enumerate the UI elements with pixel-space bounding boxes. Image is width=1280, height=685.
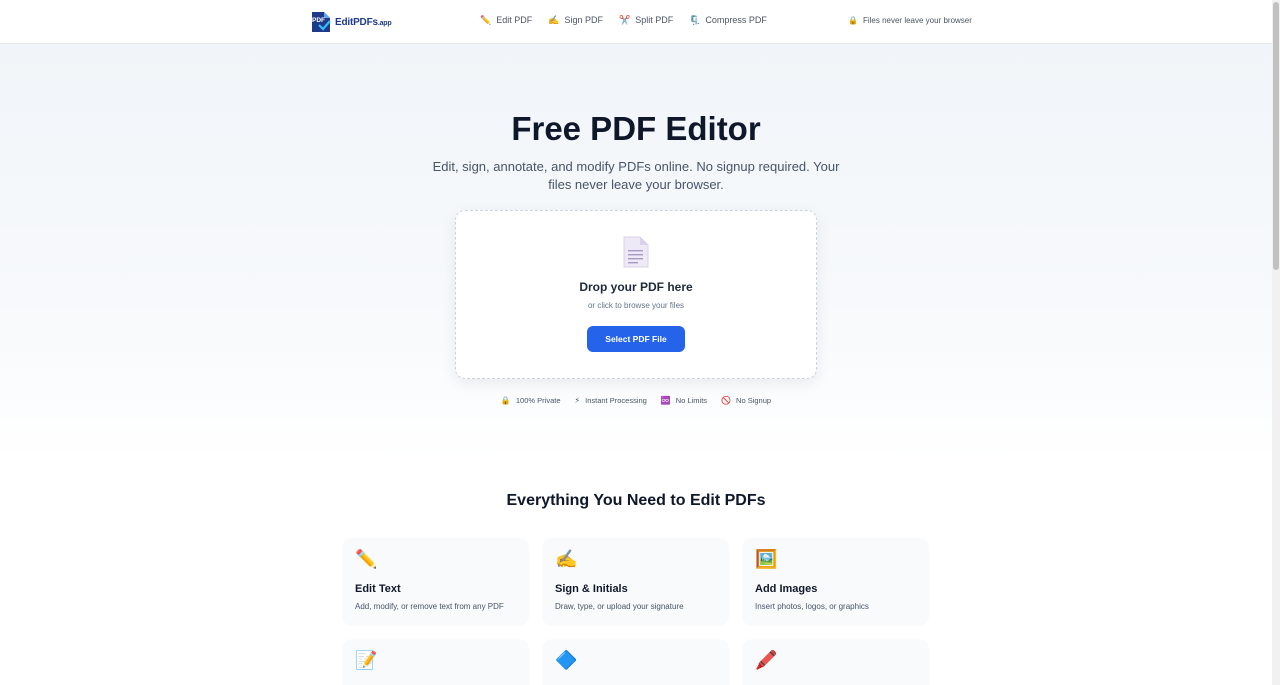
logo-tld: .app	[377, 19, 392, 27]
privacy-note: 🔒 Files never leave your browser	[848, 16, 972, 25]
logo-badge-text: PDF	[312, 17, 325, 24]
badge-label: No Signup	[736, 396, 772, 405]
clamp-icon: 🗜️	[689, 14, 701, 25]
writing-hand-icon: ✍️	[555, 549, 578, 569]
hero-section: Free PDF Editor Edit, sign, annotate, an…	[0, 44, 1272, 460]
feature-desc: Draw, type, or upload your signature	[555, 602, 684, 611]
badge-private: 🔒 100% Private	[501, 396, 561, 405]
blue-diamond-icon: 🔷	[555, 650, 578, 670]
scrollbar-thumb[interactable]	[1273, 2, 1279, 270]
badge-no-signup: 🚫 No Signup	[721, 396, 771, 405]
feature-desc: Add, modify, or remove text from any PDF	[355, 602, 504, 611]
lock-icon: 🔒	[500, 395, 511, 405]
nav-sign-pdf[interactable]: ✍️ Sign PDF	[548, 15, 603, 25]
feature-desc: Insert photos, logos, or graphics	[755, 602, 869, 611]
feature-title: Add Images	[755, 583, 818, 595]
hero-subtitle: Edit, sign, annotate, and modify PDFs on…	[432, 159, 840, 192]
memo-icon: 📝	[355, 650, 378, 670]
feature-card-5[interactable]: 🔷	[542, 639, 729, 685]
feature-card-add-images[interactable]: 🖼️ Add Images Insert photos, logos, or g…	[742, 538, 929, 626]
pencil-icon: ✏️	[480, 14, 492, 25]
scissors-icon: ✂️	[618, 14, 631, 25]
nav-split-pdf[interactable]: ✂️ Split PDF	[619, 15, 673, 25]
badge-instant: ⚡ Instant Processing	[575, 396, 647, 405]
dropzone-title: Drop your PDF here	[579, 280, 693, 294]
privacy-note-text: Files never leave your browser	[862, 16, 972, 25]
logo-name: EditPDFs	[335, 16, 378, 28]
badge-label: Instant Processing	[585, 396, 647, 405]
pdf-dropzone[interactable]: Drop your PDF here or click to browse yo…	[455, 210, 817, 379]
page-scrollbar[interactable]	[1272, 0, 1280, 685]
feature-title: Edit Text	[355, 583, 401, 595]
pdf-file-logo-icon: PDF	[310, 11, 332, 33]
lightning-icon: ⚡	[574, 395, 581, 405]
nav-label: Sign PDF	[564, 15, 603, 25]
feature-card-4[interactable]: 📝	[342, 639, 529, 685]
badge-label: 100% Private	[515, 396, 561, 405]
feature-card-edit-text[interactable]: ✏️ Edit Text Add, modify, or remove text…	[342, 538, 529, 626]
logo-text: EditPDFs.app	[335, 16, 392, 28]
features-title: Everything You Need to Edit PDFs	[506, 492, 766, 509]
nav-edit-pdf[interactable]: ✏️ Edit PDF	[480, 15, 532, 25]
nav-label: Split PDF	[635, 15, 674, 25]
writing-hand-icon: ✍️	[548, 14, 560, 25]
feature-badges: 🔒 100% Private ⚡ Instant Processing ♾️ N…	[0, 396, 1272, 405]
main-nav: ✏️ Edit PDF ✍️ Sign PDF ✂️ Split PDF 🗜️ …	[480, 15, 767, 25]
site-header: PDF EditPDFs.app ✏️ Edit PDF ✍️ Sign PDF…	[0, 0, 1272, 44]
dropzone-subtitle: or click to browse your files	[587, 301, 685, 310]
infinity-icon: ♾️	[660, 395, 671, 405]
nav-label: Edit PDF	[496, 15, 533, 25]
framed-picture-icon: 🖼️	[755, 549, 778, 569]
prohibited-icon: 🚫	[721, 395, 732, 405]
feature-title: Sign & Initials	[555, 583, 628, 595]
document-icon	[623, 236, 649, 268]
nav-label: Compress PDF	[705, 15, 767, 25]
page-title: Free PDF Editor	[511, 110, 761, 147]
badge-no-limits: ♾️ No Limits	[661, 396, 707, 405]
logo[interactable]: PDF EditPDFs.app	[310, 11, 392, 33]
select-pdf-button[interactable]: Select PDF File	[587, 326, 685, 352]
pencil-icon: ✏️	[355, 549, 378, 569]
badge-label: No Limits	[675, 396, 708, 405]
feature-card-sign[interactable]: ✍️ Sign & Initials Draw, type, or upload…	[542, 538, 729, 626]
nav-compress-pdf[interactable]: 🗜️ Compress PDF	[689, 15, 767, 25]
lock-icon: 🔒	[848, 16, 858, 25]
highlighter-icon: 🖍️	[755, 650, 778, 670]
feature-card-6[interactable]: 🖍️	[742, 639, 929, 685]
